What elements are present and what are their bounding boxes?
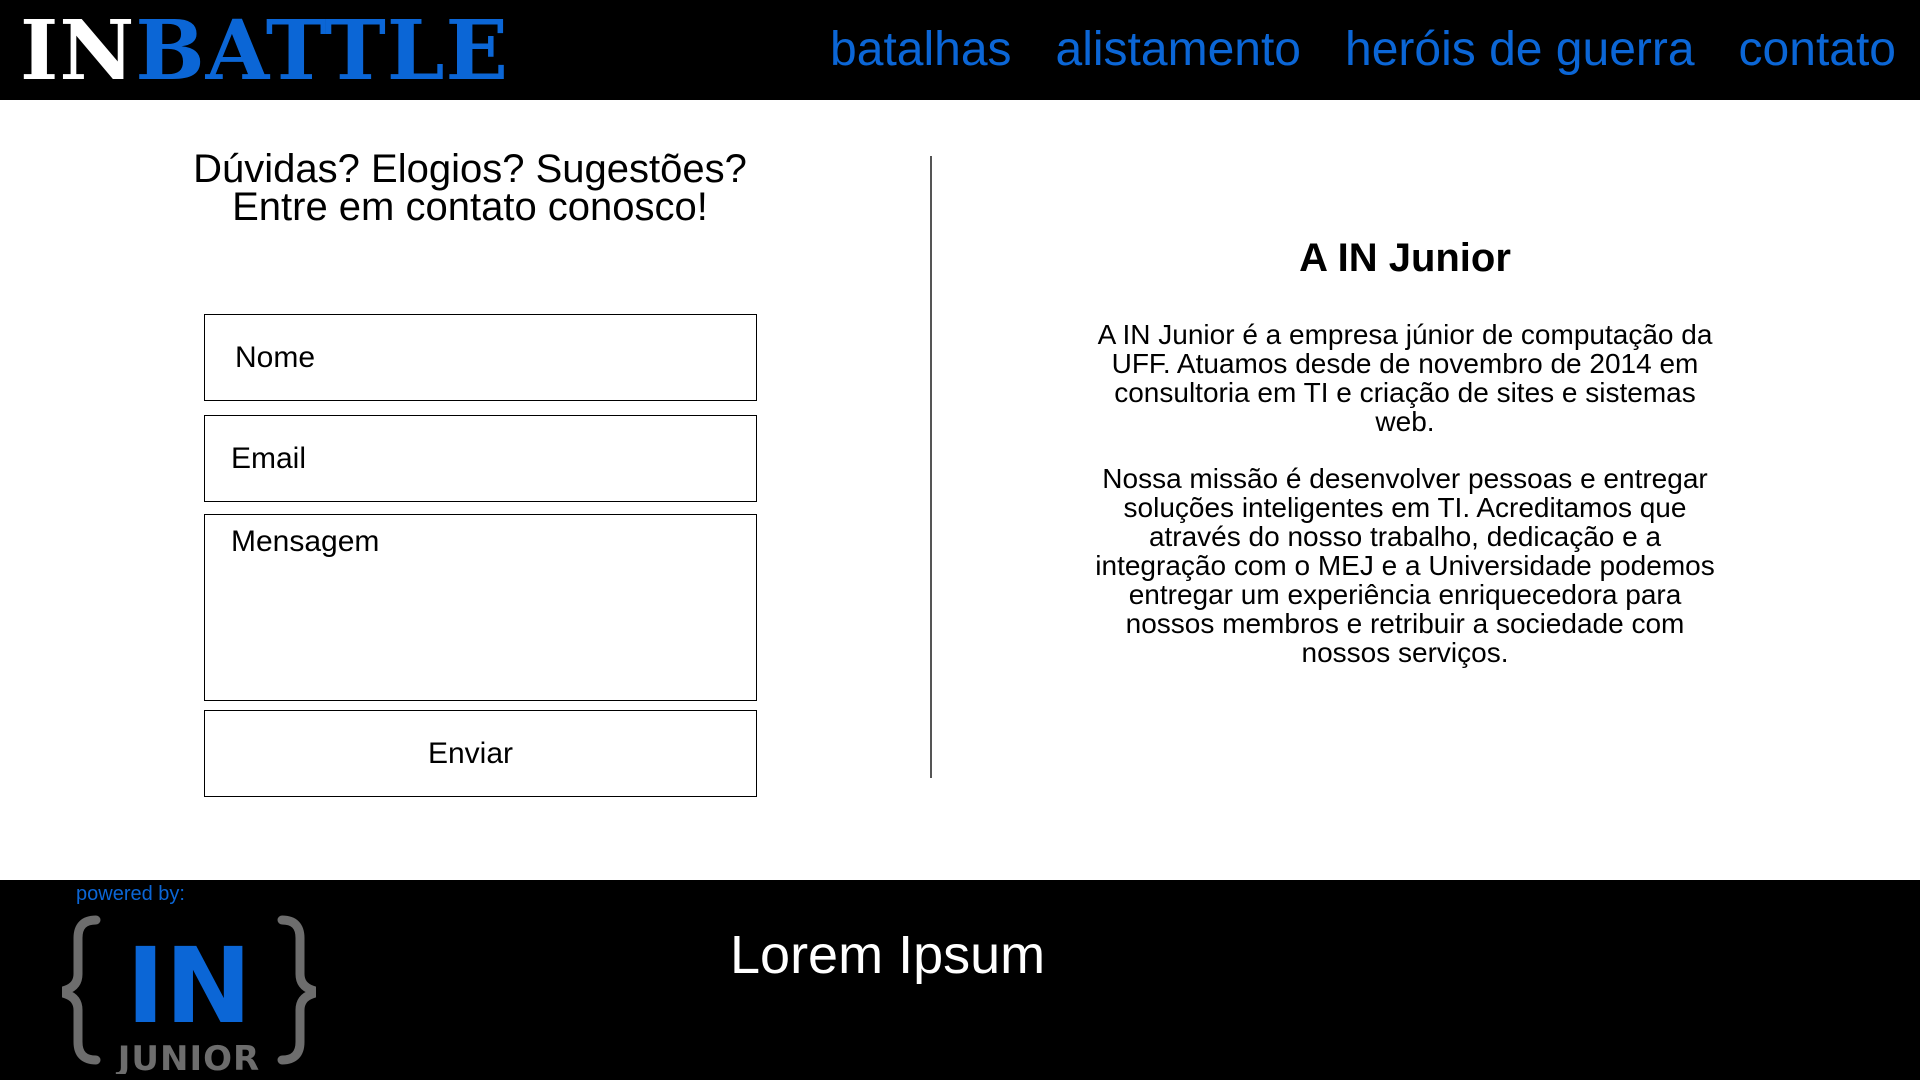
send-button[interactable]: Enviar: [204, 710, 757, 797]
nav-link-alistamento[interactable]: alistamento: [1056, 26, 1301, 74]
email-input[interactable]: [204, 415, 757, 502]
name-input[interactable]: [204, 314, 757, 401]
nav-link-batalhas[interactable]: batalhas: [830, 26, 1011, 74]
about-section: A IN Junior A IN Junior é a empresa júni…: [1085, 232, 1725, 695]
logo-in-text: IN: [126, 925, 252, 1047]
about-paragraph-2: Nossa missão é desenvolver pessoas e ent…: [1095, 463, 1715, 668]
site-header: IN BATTLE batalhas alistamento heróis de …: [0, 0, 1920, 100]
logo-part-in: IN: [20, 3, 136, 99]
logo-part-battle: BATTLE: [135, 3, 510, 99]
site-footer: powered by: IN JUNIOR Lorem Ipsum: [0, 880, 1920, 1080]
contact-heading: Dúvidas? Elogios? Sugestões? Entre em co…: [190, 147, 750, 229]
contact-heading-block: Dúvidas? Elogios? Sugestões? Entre em co…: [190, 147, 750, 229]
in-junior-logo[interactable]: IN JUNIOR: [62, 914, 316, 1074]
powered-by-label: powered by:: [76, 883, 185, 905]
contact-heading-line-2: Entre em contato conosco!: [232, 185, 708, 229]
nav-link-contato[interactable]: contato: [1739, 26, 1896, 74]
inbattle-logo[interactable]: IN BATTLE: [20, 6, 509, 96]
footer-text: Lorem Ipsum: [730, 925, 1046, 985]
logo-right-brace: [277, 915, 316, 1065]
main-nav: batalhas alistamento heróis de guerra co…: [830, 0, 1896, 100]
vertical-divider: [930, 156, 932, 778]
about-paragraph-1: A IN Junior é a empresa júnior de comput…: [1097, 319, 1713, 437]
about-title: A IN Junior: [1299, 236, 1511, 280]
message-textarea[interactable]: [204, 514, 757, 701]
logo-left-brace: [62, 915, 101, 1065]
logo-junior-text: JUNIOR: [116, 1039, 260, 1074]
contact-heading-line-1: Dúvidas? Elogios? Sugestões?: [193, 147, 747, 191]
nav-link-herois-de-guerra[interactable]: heróis de guerra: [1345, 26, 1695, 74]
